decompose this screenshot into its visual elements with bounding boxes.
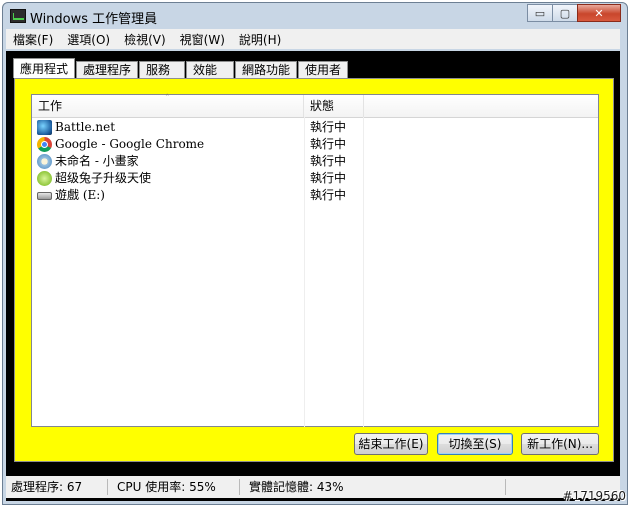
list-header: 工作 ˆ 狀態	[32, 94, 598, 118]
close-button[interactable]: ✕	[577, 4, 621, 22]
end-task-button[interactable]: 結束工作(E)	[354, 433, 428, 455]
column-header-task-label: 工作	[38, 99, 63, 113]
tab-networking[interactable]: 網路功能	[235, 61, 298, 78]
task-status: 執行中	[310, 137, 347, 151]
task-list[interactable]: 工作 ˆ 狀態 Battle.net 執行中 Google - Google C…	[31, 94, 599, 427]
process-count: 處理程序: 67	[6, 479, 108, 495]
battlenet-icon	[37, 120, 52, 135]
task-name: Google - Google Chrome	[55, 137, 205, 151]
tab-performance[interactable]: 效能	[186, 61, 235, 78]
list-item[interactable]: Google - Google Chrome 執行中	[32, 136, 598, 153]
minimize-icon: ▭	[534, 6, 546, 20]
tab-services[interactable]: 服務	[139, 61, 186, 78]
column-header-status[interactable]: 狀態	[304, 95, 364, 117]
task-status: 執行中	[310, 120, 347, 134]
rabbit-icon	[37, 171, 52, 186]
paint-icon	[37, 154, 52, 169]
watermark: #1719560	[562, 489, 627, 503]
task-name: 未命名 - 小畫家	[55, 154, 139, 168]
task-name: Battle.net	[55, 120, 116, 134]
switch-to-button[interactable]: 切換至(S)	[437, 433, 513, 455]
title-bar[interactable]: Windows 工作管理員 ▭ ▢ ✕	[3, 3, 627, 30]
tab-strip: 應用程式 處理程序 服務 效能 網路功能 使用者	[13, 58, 349, 78]
task-status: 執行中	[310, 154, 347, 168]
minimize-button[interactable]: ▭	[527, 4, 553, 22]
close-icon: ✕	[594, 6, 604, 20]
sort-arrow-icon: ˆ	[165, 94, 170, 104]
chrome-icon	[37, 137, 52, 152]
task-manager-icon	[10, 9, 26, 23]
menu-windows[interactable]: 視窗(W)	[173, 31, 232, 48]
task-name: 遊戲 (E:)	[55, 188, 105, 202]
menu-view[interactable]: 檢視(V)	[117, 31, 173, 48]
menu-file[interactable]: 檔案(F)	[6, 31, 60, 48]
maximize-button[interactable]: ▢	[552, 4, 578, 22]
new-task-button[interactable]: 新工作(N)...	[521, 433, 599, 455]
list-item[interactable]: Battle.net 執行中	[32, 119, 598, 136]
window-title: Windows 工作管理員	[30, 12, 158, 27]
menu-help[interactable]: 說明(H)	[232, 31, 288, 48]
task-status: 執行中	[310, 188, 347, 202]
task-name: 超级兔子升级天使	[55, 171, 152, 185]
tab-users[interactable]: 使用者	[298, 61, 349, 78]
tab-applications[interactable]: 應用程式	[13, 58, 76, 78]
restore-icon: ▢	[559, 6, 571, 20]
status-bar: 處理程序: 67 CPU 使用率: 55% 實體記憶體: 43%	[6, 476, 620, 498]
memory-usage: 實體記憶體: 43%	[244, 479, 506, 495]
menu-options[interactable]: 選項(O)	[60, 31, 117, 48]
list-item[interactable]: 遊戲 (E:) 執行中	[32, 187, 598, 204]
menu-bar: 檔案(F) 選項(O) 檢視(V) 視窗(W) 說明(H)	[6, 29, 620, 49]
drive-icon	[37, 192, 52, 200]
list-item[interactable]: 未命名 - 小畫家 執行中	[32, 153, 598, 170]
tab-processes[interactable]: 處理程序	[76, 61, 139, 78]
column-header-status-label: 狀態	[310, 99, 335, 113]
cpu-usage: CPU 使用率: 55%	[112, 479, 240, 495]
task-status: 執行中	[310, 171, 347, 185]
list-item[interactable]: 超级兔子升级天使 執行中	[32, 170, 598, 187]
